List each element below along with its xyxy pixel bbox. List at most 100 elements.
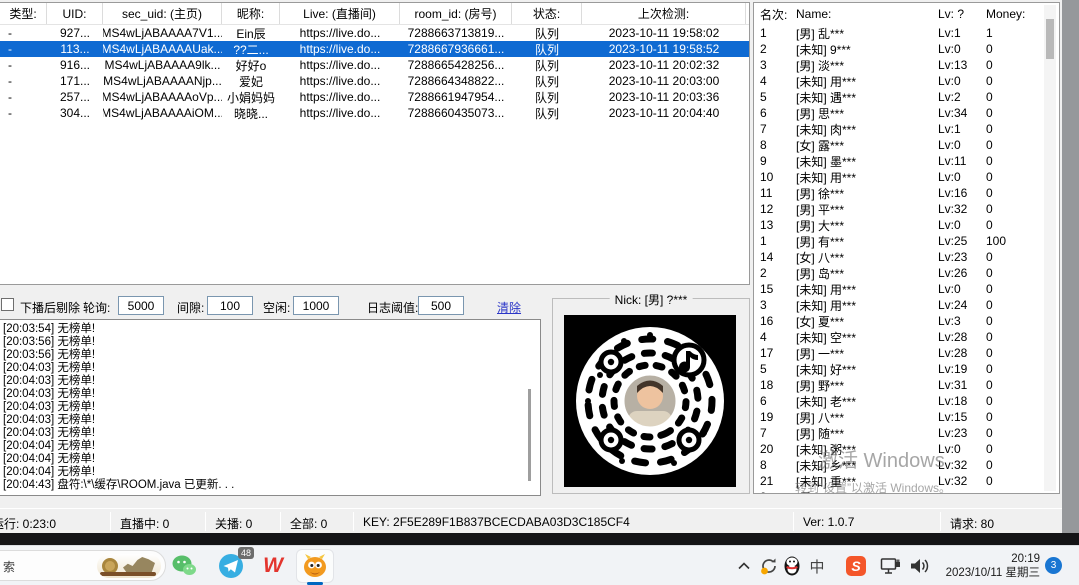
rank-scrollbar-thumb[interactable] — [1046, 19, 1054, 59]
rank-row[interactable]: 6 [未知] 老*** Lv:18 0 — [754, 393, 1059, 409]
status-runtime: 运行: 0:23:0 — [0, 515, 56, 532]
wechat-icon[interactable] — [169, 551, 199, 581]
rank-scrollbar[interactable] — [1044, 5, 1056, 491]
rank-row[interactable]: 4 [未知] 空*** Lv:28 0 — [754, 329, 1059, 345]
tray-chevron-up-icon[interactable] — [733, 551, 755, 581]
rank-row[interactable]: 5 [未知] 遇*** Lv:2 0 — [754, 89, 1059, 105]
notification-badge[interactable]: 3 — [1045, 557, 1062, 574]
log-time: [20:03:54] — [3, 323, 54, 335]
rank-level-cell: Lv:25 — [938, 234, 986, 248]
ime-tray-icon[interactable]: 中 — [805, 551, 829, 581]
log-threshold-input[interactable] — [418, 296, 464, 315]
wps-icon[interactable]: W — [258, 551, 288, 581]
room-row[interactable]: - 304... MS4wLjABAAAAiOM... 晓晓... https:… — [0, 105, 749, 121]
gap-input[interactable] — [207, 296, 253, 315]
qq-tray-icon[interactable] — [780, 551, 804, 581]
rank-cell: 8 — [754, 138, 796, 152]
qr-finder-bottom-right — [679, 430, 699, 450]
rank-row[interactable]: 9 [男] — [754, 489, 1059, 494]
col-header-uid[interactable]: UID: — [47, 3, 103, 24]
rank-cell: 11 — [754, 186, 796, 200]
rank-row[interactable]: 8 [女] 露*** Lv:0 0 — [754, 137, 1059, 153]
log-time: [20:04:03] — [3, 375, 54, 387]
poll-input[interactable] — [118, 296, 164, 315]
rank-row[interactable]: 2 [男] 岛*** Lv:26 0 — [754, 265, 1059, 281]
rank-row[interactable]: 21 [未知] 重*** Lv:32 0 — [754, 473, 1059, 489]
rank-row[interactable]: 8 [未知] 乡*** Lv:32 0 — [754, 457, 1059, 473]
rank-row[interactable]: 12 [男] 平*** Lv:32 0 — [754, 201, 1059, 217]
log-line: [20:04:04] 无榜单! — [3, 440, 540, 453]
status-requests: 请求: 80 — [950, 515, 994, 532]
log-time: [20:04:03] — [3, 414, 54, 426]
idle-input[interactable] — [293, 296, 339, 315]
rank-row[interactable]: 11 [男] 徐*** Lv:16 0 — [754, 185, 1059, 201]
rank-row[interactable]: 19 [男] 八*** Lv:15 0 — [754, 409, 1059, 425]
rank-row[interactable]: 6 [男] 思*** Lv:34 0 — [754, 105, 1059, 121]
clear-log-link[interactable]: 清除 — [497, 299, 521, 316]
rank-name-cell: [未知] 用*** — [796, 73, 938, 90]
rank-cell: 2 — [754, 266, 796, 280]
rank-name-cell: [男] 乱*** — [796, 25, 938, 42]
log-threshold-label: 日志阈值: — [367, 299, 418, 316]
room-row[interactable]: - 916... MS4wLjABAAAA9lk... 好好o https://… — [0, 57, 749, 73]
rank-money-cell: 0 — [986, 122, 1034, 136]
rank-row[interactable]: 9 [未知] 墨*** Lv:11 0 — [754, 153, 1059, 169]
rank-row[interactable]: 7 [男] 随*** Lv:23 0 — [754, 425, 1059, 441]
rank-money-cell: 0 — [986, 346, 1034, 360]
telegram-icon[interactable]: 48 — [216, 551, 246, 581]
col-header-roomid[interactable]: room_id: (房号) — [400, 3, 512, 24]
log-output[interactable]: [20:03:54] 无榜单! [20:03:56] 无榜单! [20:03:5… — [0, 319, 541, 496]
rank-row[interactable]: 15 [未知] 用*** Lv:0 0 — [754, 281, 1059, 297]
active-app-button[interactable] — [296, 549, 334, 583]
rank-row[interactable]: 18 [男] 野*** Lv:31 0 — [754, 377, 1059, 393]
search-highlight-image[interactable] — [97, 554, 161, 578]
room-secuid-cell: MS4wLjABAAAAoVp... — [103, 90, 222, 104]
col-header-nickname[interactable]: 昵称: — [222, 3, 280, 24]
col-header-type[interactable]: 类型: — [0, 3, 47, 24]
room-row[interactable]: - 927... MS4wLjABAAAA7V1... Ein辰 https:/… — [0, 25, 749, 41]
rank-name-cell: [男] 随*** — [796, 425, 938, 442]
rank-cell: 6 — [754, 394, 796, 408]
rank-row[interactable]: 16 [女] 夏*** Lv:3 0 — [754, 313, 1059, 329]
col-header-lastcheck[interactable]: 上次检测: — [582, 3, 746, 24]
rank-level-cell: Lv:32 — [938, 474, 986, 488]
rank-row[interactable]: 4 [未知] 用*** Lv:0 0 — [754, 73, 1059, 89]
rank-money-cell: 0 — [986, 426, 1034, 440]
sync-tray-icon[interactable] — [757, 551, 781, 581]
room-id-cell: 7288663713819... — [400, 26, 512, 40]
rank-row[interactable]: 3 [未知] 用*** Lv:24 0 — [754, 297, 1059, 313]
network-tray-icon[interactable] — [878, 551, 904, 581]
rank-row[interactable]: 17 [男] 一*** Lv:28 0 — [754, 345, 1059, 361]
log-scrollbar-thumb[interactable] — [528, 389, 531, 481]
rank-row[interactable]: 1 [男] 乱*** Lv:1 1 — [754, 25, 1059, 41]
taskbar-search[interactable]: 索 — [0, 550, 166, 581]
rank-name-cell: [男] 思*** — [796, 105, 938, 122]
statusbar-divider — [110, 512, 111, 531]
rank-money-cell: 0 — [986, 250, 1034, 264]
room-row[interactable]: - 257... MS4wLjABAAAAoVp... 小娟妈妈 https:/… — [0, 89, 749, 105]
col-header-live[interactable]: Live: (直播间) — [280, 3, 400, 24]
col-header-secuid[interactable]: sec_uid: (主页) — [103, 3, 222, 24]
volume-tray-icon[interactable] — [906, 551, 932, 581]
log-line: [20:03:56] 无榜单! — [3, 336, 540, 349]
room-row[interactable]: - 113... MS4wLjABAAAAUak... ??二... https… — [0, 41, 749, 57]
rank-row[interactable]: 20 [未知] 粥*** Lv:0 0 — [754, 441, 1059, 457]
remove-after-checkbox[interactable] — [1, 298, 14, 311]
rank-name-cell: [女] 露*** — [796, 137, 938, 154]
rank-row[interactable]: 3 [男] 淡*** Lv:13 0 — [754, 57, 1059, 73]
rank-level-cell: Lv:0 — [938, 218, 986, 232]
taskbar-clock[interactable]: 20:19 2023/10/11 星期三 — [930, 552, 1040, 580]
rank-row[interactable]: 2 [未知] 9*** Lv:0 0 — [754, 41, 1059, 57]
room-row[interactable]: - 171... MS4wLjABAAAANjp... 爱妃 https://l… — [0, 73, 749, 89]
sogou-tray-icon[interactable]: S — [843, 551, 869, 581]
rank-level-cell: Lv:13 — [938, 58, 986, 72]
rank-name-cell: [男] 岛*** — [796, 265, 938, 282]
rank-row[interactable]: 10 [未知] 用*** Lv:0 0 — [754, 169, 1059, 185]
col-header-status[interactable]: 状态: — [512, 3, 582, 24]
rank-row[interactable]: 1 [男] 有*** Lv:25 100 — [754, 233, 1059, 249]
rank-row[interactable]: 13 [男] 大*** Lv:0 0 — [754, 217, 1059, 233]
rank-row[interactable]: 14 [女] 八*** Lv:23 0 — [754, 249, 1059, 265]
rank-row[interactable]: 7 [未知] 肉*** Lv:1 0 — [754, 121, 1059, 137]
rank-row[interactable]: 5 [未知] 好*** Lv:19 0 — [754, 361, 1059, 377]
rank-cell: 7 — [754, 122, 796, 136]
